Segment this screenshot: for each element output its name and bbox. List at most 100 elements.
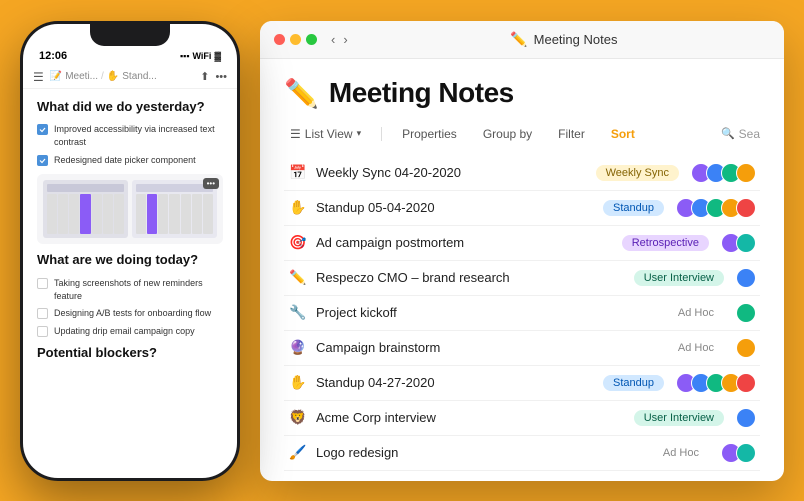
meeting-tag: User Interview bbox=[634, 270, 724, 286]
desktop-window: ‹ › ✏️ Meeting Notes ✏️ Meeting Notes ☰ … bbox=[260, 21, 784, 481]
meeting-tag: Weekly Sync bbox=[596, 165, 679, 181]
checkbox-1[interactable] bbox=[37, 124, 48, 135]
meeting-avatars bbox=[691, 163, 756, 183]
meeting-tag: Standup bbox=[603, 375, 664, 391]
phone-notch bbox=[90, 24, 170, 46]
meeting-name: Acme Corp interview bbox=[316, 410, 626, 425]
meeting-avatars bbox=[721, 443, 756, 463]
section2-title: What are we doing today? bbox=[37, 252, 223, 269]
checked-item-1: Improved accessibility via increased tex… bbox=[37, 123, 223, 148]
meeting-avatars bbox=[676, 373, 756, 393]
avatar bbox=[736, 408, 756, 428]
signal-icon: ▪▪▪ bbox=[180, 51, 190, 61]
meeting-name: Ad campaign postmortem bbox=[316, 235, 614, 250]
meeting-emoji: 🔧 bbox=[288, 304, 308, 321]
meeting-list: 📅 Weekly Sync 04-20-2020 Weekly Sync ✋Stand… bbox=[284, 156, 760, 471]
breadcrumb-separator: / bbox=[101, 71, 104, 82]
meeting-tag: Ad Hoc bbox=[653, 445, 709, 461]
breadcrumb-item-2[interactable]: Stand... bbox=[122, 71, 156, 82]
forward-button[interactable]: › bbox=[343, 32, 347, 47]
minimize-button[interactable] bbox=[290, 34, 301, 45]
meeting-row[interactable]: ✏️ Respeczo CMO – brand research User Inte… bbox=[284, 261, 760, 296]
meeting-row[interactable]: 🔮 Campaign brainstorm Ad Hoc bbox=[284, 331, 760, 366]
meeting-tag: Retrospective bbox=[622, 235, 709, 251]
avatar bbox=[736, 303, 756, 323]
meeting-name: Logo redesign bbox=[316, 445, 645, 460]
meeting-tag: User Interview bbox=[634, 410, 724, 426]
meeting-name: Weekly Sync 04-20-2020 bbox=[316, 165, 588, 180]
section3-title: Potential blockers? bbox=[37, 345, 223, 362]
maximize-button[interactable] bbox=[306, 34, 317, 45]
meeting-name: Project kickoff bbox=[316, 305, 660, 320]
battery-icon: ▓ bbox=[214, 51, 221, 61]
meeting-row[interactable]: ✋Standup 05-04-2020Standup bbox=[284, 191, 760, 226]
unchecked-text-2: Designing A/B tests for onboarding flow bbox=[54, 307, 211, 320]
window-title-text: Meeting Notes bbox=[534, 32, 618, 47]
meeting-emoji: 🔮 bbox=[288, 339, 308, 356]
page-title-row: ✏️ Meeting Notes bbox=[284, 77, 760, 110]
meeting-emoji: ✏️ bbox=[288, 269, 308, 286]
filter-button[interactable]: Filter bbox=[552, 124, 591, 144]
meeting-name: Standup 05-04-2020 bbox=[316, 200, 595, 215]
phone-nav-actions: ⬆ ••• bbox=[200, 70, 227, 83]
meeting-row[interactable]: 🦁Acme Corp interviewUser Interview bbox=[284, 401, 760, 436]
checkbox-4[interactable] bbox=[37, 308, 48, 319]
unchecked-text-3: Updating drip email campaign copy bbox=[54, 325, 195, 338]
list-view-label: List View bbox=[305, 127, 353, 141]
image-preview: ••• bbox=[37, 174, 223, 244]
meeting-avatars bbox=[736, 303, 756, 323]
window-body: ✏️ Meeting Notes ☰ List View ▾ Propertie… bbox=[260, 59, 784, 481]
meeting-avatars bbox=[721, 233, 756, 253]
checkbox-3[interactable] bbox=[37, 278, 48, 289]
meeting-row[interactable]: 🎯Ad campaign postmortemRetrospective bbox=[284, 226, 760, 261]
window-title-area: ✏️ Meeting Notes bbox=[358, 31, 770, 48]
meeting-emoji: 📅 bbox=[288, 164, 308, 181]
avatar bbox=[736, 268, 756, 288]
checkbox-2[interactable] bbox=[37, 155, 48, 166]
group-by-button[interactable]: Group by bbox=[477, 124, 538, 144]
avatar bbox=[736, 233, 756, 253]
meeting-row[interactable]: 🔧Project kickoffAd Hoc bbox=[284, 296, 760, 331]
phone-status-icons: ▪▪▪ WiFi ▓ bbox=[180, 51, 221, 61]
search-box[interactable]: 🔍 Sea bbox=[721, 127, 760, 141]
page-title: Meeting Notes bbox=[329, 77, 514, 109]
phone-content: What did we do yesterday? Improved acces… bbox=[23, 89, 237, 478]
meeting-emoji: 🖌️ bbox=[288, 444, 308, 461]
avatar bbox=[736, 373, 756, 393]
more-icon[interactable]: ••• bbox=[215, 71, 227, 83]
avatar bbox=[736, 338, 756, 358]
list-view-icon: ☰ bbox=[290, 127, 301, 141]
share-icon[interactable]: ⬆ bbox=[200, 70, 209, 83]
list-view-button[interactable]: ☰ List View ▾ bbox=[284, 124, 367, 144]
back-button[interactable]: ‹ bbox=[331, 32, 335, 47]
unchecked-item-3: Updating drip email campaign copy bbox=[37, 325, 223, 338]
properties-label: Properties bbox=[402, 127, 457, 141]
filter-label: Filter bbox=[558, 127, 585, 141]
window-title-emoji: ✏️ bbox=[510, 31, 527, 48]
meeting-row[interactable]: ✋Standup 04-27-2020Standup bbox=[284, 366, 760, 401]
list-view-chevron: ▾ bbox=[357, 128, 362, 139]
avatar bbox=[736, 198, 756, 218]
breadcrumb-emoji-2: ✋ bbox=[107, 71, 119, 82]
sort-button[interactable]: Sort bbox=[605, 124, 641, 144]
checked-text-1: Improved accessibility via increased tex… bbox=[54, 123, 223, 148]
checkbox-5[interactable] bbox=[37, 326, 48, 337]
breadcrumb-item-1[interactable]: Meeti... bbox=[65, 71, 98, 82]
phone-breadcrumb: 📝 Meeti... / ✋ Stand... bbox=[50, 71, 194, 82]
meeting-tag: Ad Hoc bbox=[668, 340, 724, 356]
search-label: Sea bbox=[739, 127, 760, 141]
close-button[interactable] bbox=[274, 34, 285, 45]
phone-navigation: ☰ 📝 Meeti... / ✋ Stand... ⬆ ••• bbox=[23, 66, 237, 89]
phone-device: 12:06 ▪▪▪ WiFi ▓ ☰ 📝 Meeti... / ✋ Stand.… bbox=[20, 21, 240, 481]
meeting-row[interactable]: 🖌️ Logo redesign Ad Hoc bbox=[284, 436, 760, 471]
meeting-tag: Standup bbox=[603, 200, 664, 216]
hamburger-icon[interactable]: ☰ bbox=[33, 70, 44, 84]
meeting-name: Campaign brainstorm bbox=[316, 340, 660, 355]
unchecked-item-2: Designing A/B tests for onboarding flow bbox=[37, 307, 223, 320]
avatar bbox=[736, 163, 756, 183]
properties-button[interactable]: Properties bbox=[396, 124, 463, 144]
meeting-row[interactable]: 📅 Weekly Sync 04-20-2020 Weekly Sync bbox=[284, 156, 760, 191]
breadcrumb-emoji-1: 📝 bbox=[50, 71, 62, 82]
meeting-avatars bbox=[736, 268, 756, 288]
meeting-name: Respeczo CMO – brand research bbox=[316, 270, 626, 285]
